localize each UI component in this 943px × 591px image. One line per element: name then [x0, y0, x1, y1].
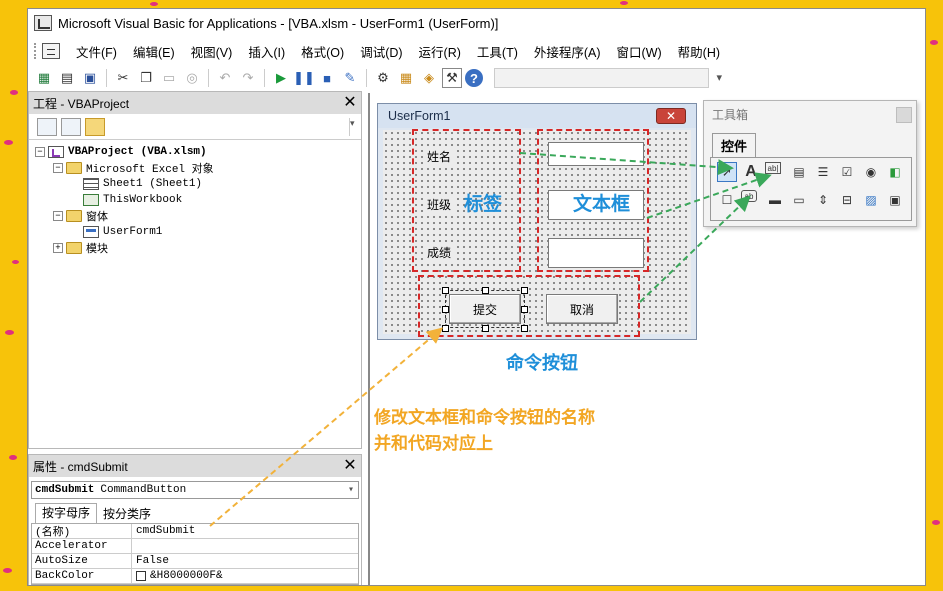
arrow-button-to-tool: [639, 195, 751, 303]
arrow-tip-to-button: [209, 327, 444, 527]
annotation-arrows: [209, 152, 772, 527]
arrow-label-to-tool: [519, 152, 734, 176]
arrow-textbox-to-tool: [646, 172, 772, 219]
